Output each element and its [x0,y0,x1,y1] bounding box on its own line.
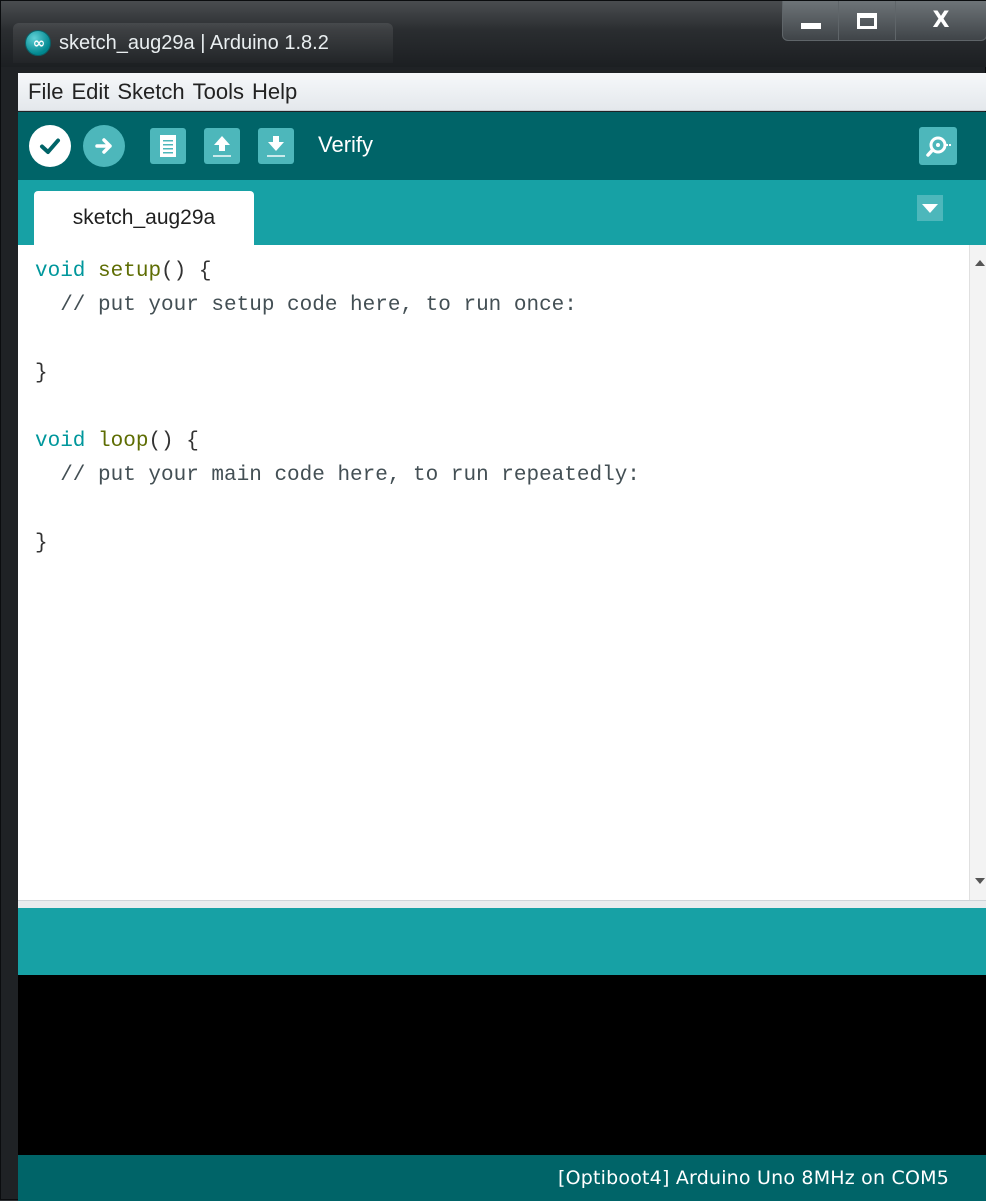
chevron-down-icon [922,203,938,213]
editor-console-divider[interactable] [18,900,986,908]
maximize-button[interactable] [839,1,896,41]
title-bar[interactable]: ∞ sketch_aug29a | Arduino 1.8.2 X [1,1,986,67]
window-title: sketch_aug29a | Arduino 1.8.2 [59,31,329,54]
serial-monitor-button[interactable] [919,127,957,165]
menu-bar: File Edit Sketch Tools Help [18,73,986,111]
minimize-icon [800,22,821,29]
magnifier-icon [926,136,951,157]
status-bar: [Optiboot4] Arduino Uno 8MHz on COM5 [18,1155,986,1201]
code-line-7: // put your main code here, to run repea… [35,464,640,487]
arrow-right-icon [95,138,112,154]
toolbar-hover-label: Verify [318,132,374,157]
message-area [18,908,986,975]
open-button[interactable] [204,128,240,164]
code-line-1: void setup() { [35,260,212,283]
menu-sketch[interactable]: Sketch [117,79,184,105]
arrow-up-icon [213,136,231,157]
keyword-void: void [35,430,86,453]
code-line-9: } [35,532,48,555]
save-button[interactable] [258,128,294,164]
arduino-ide-window: ∞ sketch_aug29a | Arduino 1.8.2 X File E… [0,0,986,1201]
scroll-up-icon[interactable] [975,260,985,266]
keyword-void: void [35,260,86,283]
menu-help[interactable]: Help [252,79,297,105]
verify-button[interactable] [29,125,71,167]
tab-menu-button[interactable] [917,195,943,221]
board-port-status: [Optiboot4] Arduino Uno 8MHz on COM5 [557,1167,949,1189]
tab-sketch[interactable]: sketch_aug29a [34,191,254,245]
editor-scrollbar[interactable] [969,245,986,900]
maximize-icon [857,12,877,29]
window-title-tab: ∞ sketch_aug29a | Arduino 1.8.2 [13,23,393,63]
code-editor[interactable]: void setup() { // put your setup code he… [18,245,969,900]
code-line-2: // put your setup code here, to run once… [35,294,577,317]
menu-edit[interactable]: Edit [71,79,109,105]
upload-button[interactable] [83,125,125,167]
check-icon [40,138,60,154]
function-loop: loop [98,430,149,453]
menu-tools[interactable]: Tools [193,79,244,105]
code-line-6: void loop() { [35,430,199,453]
tab-strip: sketch_aug29a [18,180,986,245]
console-output[interactable] [18,975,986,1155]
minimize-button[interactable] [782,1,839,41]
code-line-4: } [35,362,48,385]
function-setup: setup [98,260,162,283]
close-button[interactable]: X [896,1,986,41]
menu-file[interactable]: File [28,79,63,105]
arduino-logo-icon: ∞ [25,30,51,56]
window-controls: X [782,1,986,41]
arrow-down-icon [267,136,285,157]
toolbar: Verify [18,112,986,180]
document-icon [160,135,176,157]
new-sketch-button[interactable] [150,128,186,164]
scroll-down-icon[interactable] [975,878,985,884]
close-icon: X [932,8,950,33]
